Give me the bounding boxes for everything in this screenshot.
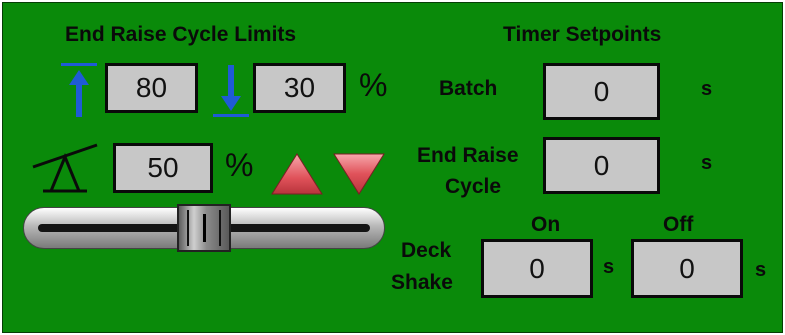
deck-shake-off-unit: s [755,259,767,281]
batch-label: Batch [439,77,498,100]
triangle-up-icon[interactable] [269,151,325,197]
upper-limit-field[interactable]: 80 [105,63,198,113]
limits-percent-label: % [359,67,388,103]
seesaw-tilt-icon [32,143,98,193]
batch-timer-field[interactable]: 0 [543,63,660,120]
end-raise-label-line2: Cycle [445,175,502,198]
deck-shake-on-unit: s [603,256,615,278]
down-arrow-icon [213,65,249,117]
lower-limit-field[interactable]: 30 [253,63,346,113]
up-arrow-icon [61,63,97,117]
end-raise-label-line1: End Raise [417,144,519,167]
deck-shake-on-field[interactable]: 0 [481,239,593,298]
triangle-down-icon[interactable] [331,151,387,197]
end-raise-timer-field[interactable]: 0 [543,137,660,194]
batch-unit: s [701,78,713,100]
tilt-percent-label: % [225,147,254,183]
slider-thumb-grip [203,214,206,242]
limits-title: End Raise Cycle Limits [65,23,297,46]
deck-shake-off-label: Off [663,213,694,236]
tilt-slider[interactable] [23,204,385,252]
deck-shake-on-label: On [531,213,561,236]
deck-shake-label-line2: Shake [391,271,453,294]
timer-setpoints-title: Timer Setpoints [503,23,662,46]
hmi-panel: End Raise Cycle Limits 80 30 % 50 % Time… [2,2,783,333]
deck-shake-off-field[interactable]: 0 [631,239,743,298]
tilt-value-field[interactable]: 50 [113,143,213,193]
deck-shake-label-line1: Deck [401,239,452,262]
slider-thumb[interactable] [177,204,231,252]
end-raise-unit: s [701,152,713,174]
